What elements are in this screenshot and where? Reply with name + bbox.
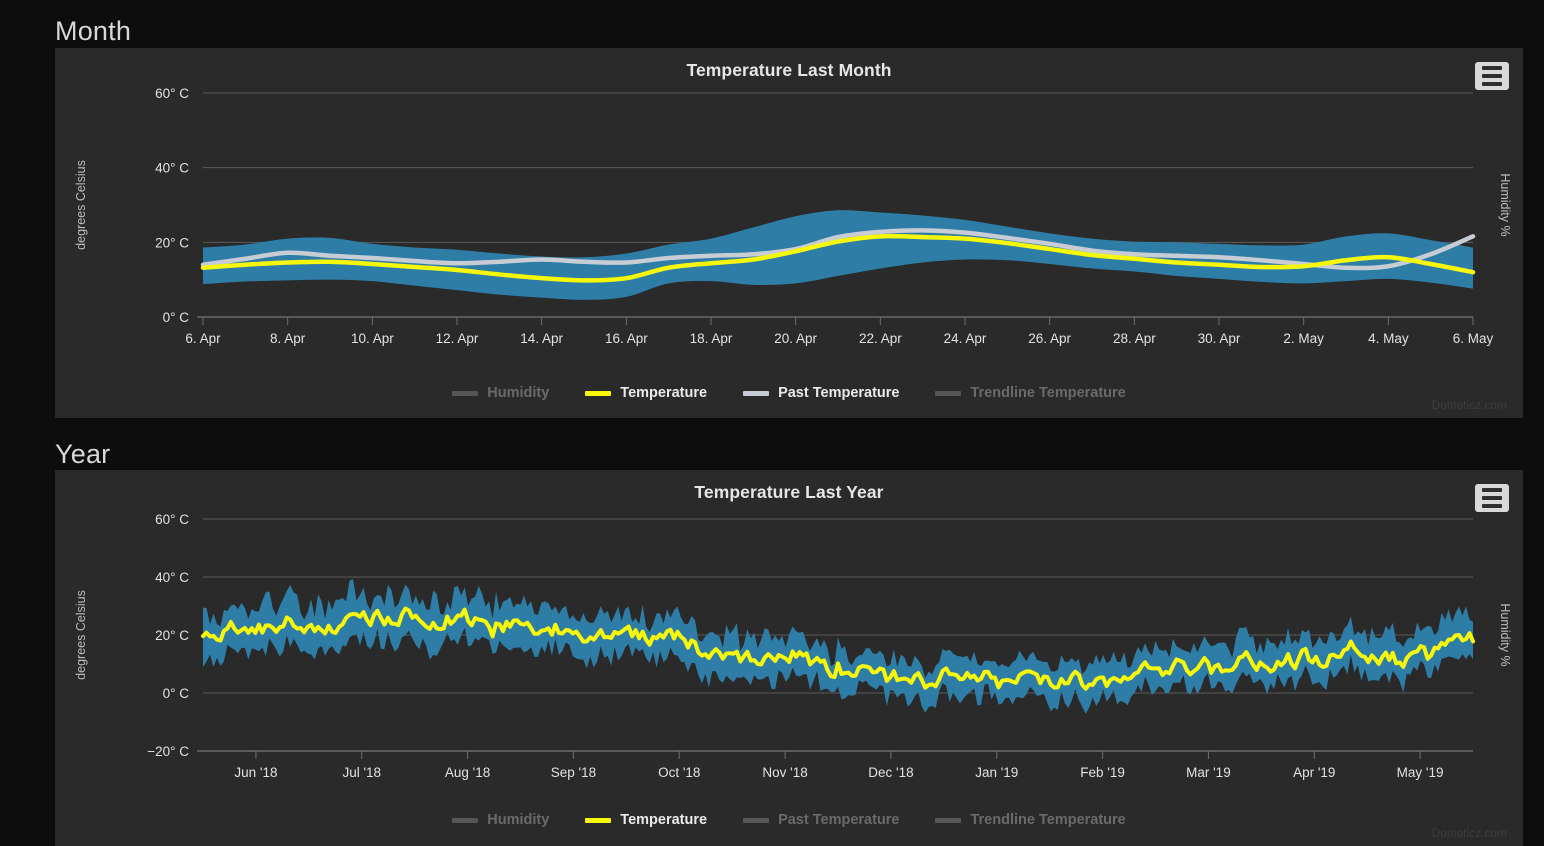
temperature-range-band [203,579,1473,714]
y-tick-label: 0° C [163,310,190,325]
legend-label: Trendline Temperature [970,385,1126,401]
legend-label: Trendline Temperature [970,812,1126,828]
section-heading-month: Month [55,16,132,46]
x-tick-label: 6. May [1453,331,1494,346]
section-heading-year: Year [55,439,111,469]
y-axis-title: degrees Celsius [74,160,88,250]
x-tick-label: Jan '19 [975,765,1018,780]
x-tick-label: 10. Apr [351,331,394,346]
y-tick-label: 20° C [155,628,189,643]
y-tick-label: 20° C [155,235,189,250]
x-tick-label: 18. Apr [690,331,733,346]
y-tick-label: 0° C [163,686,190,701]
legend-swatch-icon [452,390,479,396]
x-tick-label: 20. Apr [774,331,817,346]
plot-area-month: 0° C 20° C 40° C 60° C degrees Celsius Humidi… [55,81,1523,381]
legend-item-humidity[interactable]: Humidity [452,812,549,828]
legend-item-past-temperature[interactable]: Past Temperature [743,812,899,828]
y2-axis-title: Humidity % [1498,173,1512,236]
x-tick-label: 14. Apr [520,331,563,346]
legend-swatch-icon [935,390,962,396]
y-axis-title: degrees Celsius [74,590,88,680]
legend-item-past-temperature[interactable]: Past Temperature [743,385,899,401]
legend-item-trendline-temperature[interactable]: Trendline Temperature [935,812,1126,828]
x-tick-label: Jun '18 [234,765,277,780]
x-tick-label: May '19 [1397,765,1444,780]
legend-item-temperature[interactable]: Temperature [585,385,707,401]
x-tick-label: 16. Apr [605,331,648,346]
legend-swatch-icon [743,817,770,823]
temperature-range-band [203,210,1473,300]
x-tick-label: Nov '18 [762,765,807,780]
y-tick-label: 40° C [155,570,189,585]
x-tick-label: Jul '18 [342,765,381,780]
legend-swatch-icon [935,817,962,823]
legend-swatch-icon [585,817,612,823]
watermark-year: Domoticz.com [1431,828,1507,840]
legend-label: Past Temperature [778,385,900,401]
x-tick-label: 4. May [1368,331,1409,346]
legend-label: Past Temperature [778,812,900,828]
y-tick-label: 60° C [155,512,189,527]
legend-item-humidity[interactable]: Humidity [452,385,549,401]
chart-legend-month: Humidity Temperature Past Temperature Trend… [55,385,1523,401]
plot-area-year: −20° C 0° C 20° C 40° C 60° C degrees Celsius… [55,503,1523,808]
x-tick-label: Mar '19 [1186,765,1231,780]
chart-svg-year[interactable]: −20° C 0° C 20° C 40° C 60° C degrees Celsius… [55,503,1523,808]
x-tick-label: Apr '19 [1293,765,1335,780]
legend-label: Humidity [487,812,550,828]
legend-swatch-icon [585,390,612,396]
chart-title-month: Temperature Last Month [686,60,892,80]
chart-legend-year: Humidity Temperature Past Temperature Trend… [55,812,1523,828]
legend-label: Temperature [620,812,708,828]
legend-item-trendline-temperature[interactable]: Trendline Temperature [935,385,1126,401]
x-tick-label: Feb '19 [1080,765,1125,780]
legend-swatch-icon [743,390,770,396]
legend-label: Temperature [620,385,708,401]
x-tick-label: 24. Apr [944,331,987,346]
x-tick-label: 12. Apr [436,331,479,346]
x-tick-label: 2. May [1283,331,1324,346]
domoticz-temperature-dashboard: Month Temperature Last Month 0° C 20° C 40… [0,0,1544,846]
hamburger-bar-1 [1482,488,1502,492]
chart-panel-year: Temperature Last Year −20° C 0° C 20° C 40°… [55,470,1523,846]
x-tick-label: Oct '18 [658,765,700,780]
watermark-month: Domoticz.com [1431,400,1507,412]
x-tick-label: Dec '18 [868,765,913,780]
y-tick-label: 40° C [155,161,189,176]
legend-swatch-icon [452,817,479,823]
hamburger-bar-2 [1482,74,1502,78]
x-tick-label: Sep '18 [551,765,596,780]
x-tick-label: 8. Apr [270,331,306,346]
hamburger-bar-2 [1482,496,1502,500]
y2-axis-title: Humidity % [1498,603,1512,666]
x-tick-label: 26. Apr [1028,331,1071,346]
x-tick-label: Aug '18 [445,765,490,780]
y-tick-label: 60° C [155,86,189,101]
x-tick-label: 30. Apr [1198,331,1241,346]
chart-svg-month[interactable]: 0° C 20° C 40° C 60° C degrees Celsius Humidi… [55,81,1523,381]
chart-title-year: Temperature Last Year [694,482,884,502]
legend-label: Humidity [487,385,550,401]
x-tick-label: 6. Apr [185,331,221,346]
hamburger-bar-1 [1482,66,1502,70]
legend-item-temperature[interactable]: Temperature [585,812,707,828]
x-tick-label: 28. Apr [1113,331,1156,346]
x-tick-label: 22. Apr [859,331,902,346]
y-tick-label: −20° C [147,744,189,759]
chart-panel-month: Temperature Last Month 0° C 20° C 40° C 60°… [55,48,1523,418]
